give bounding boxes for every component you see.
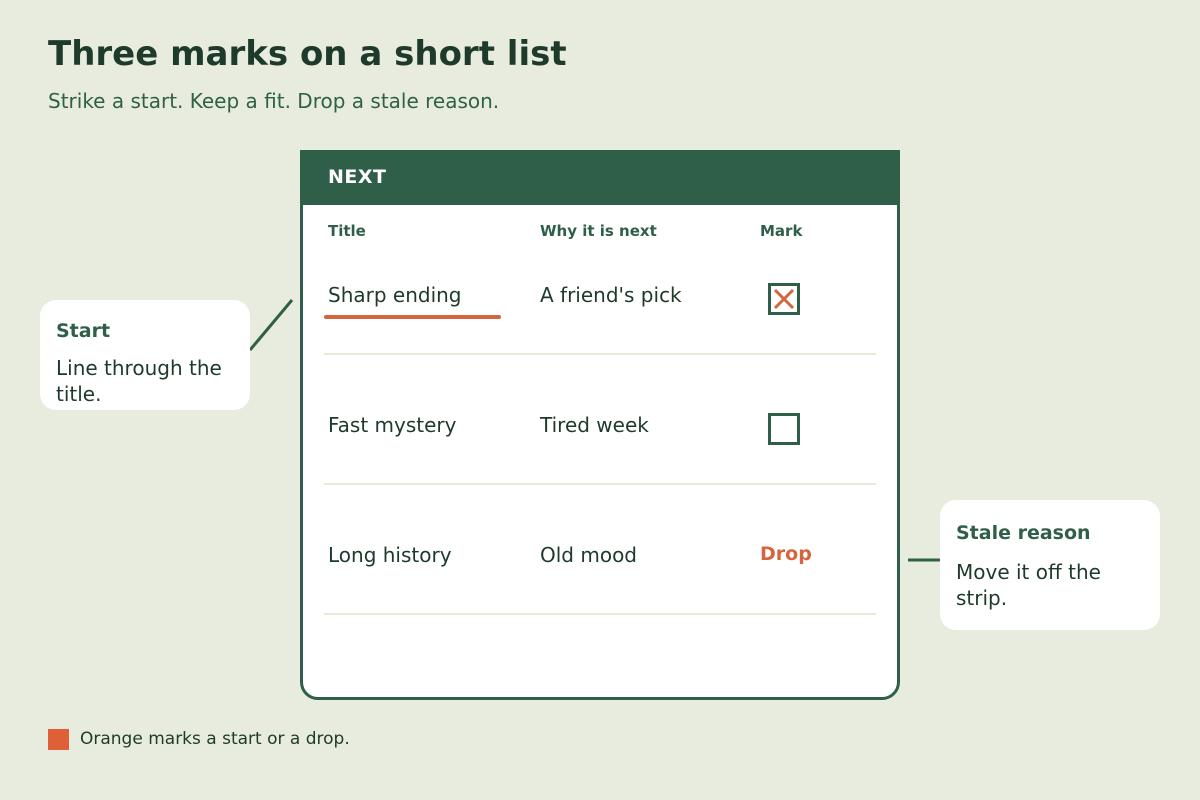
list-row: Sharp ending A friend's pick [303,225,897,355]
list-row: Fast mystery Tired week [303,355,897,485]
card-header: NEXT [303,153,897,205]
legend-swatch-orange [48,729,69,750]
start-connector [248,299,294,351]
page-subtitle: Strike a start. Keep a fit. Drop a stale… [48,89,500,113]
x-mark-icon [773,288,795,310]
next-list-card: NEXT Title Why it is next Mark Sharp end… [300,150,900,700]
mark-checkbox-checked[interactable] [768,283,800,315]
page-title: Three marks on a short list [48,34,567,74]
strike-through-mark [324,315,501,319]
row-divider [324,613,876,615]
row-reason: Tired week [540,413,649,437]
drop-mark[interactable]: Drop [760,543,812,565]
row-title: Sharp ending [328,283,462,307]
callout-start-title: Start [56,320,111,342]
callout-stale-title: Stale reason [956,522,1091,544]
row-title: Long history [328,543,452,567]
list-row: Long history Old mood Drop [303,485,897,615]
callout-stale-body: Move it off the strip. [956,560,1101,610]
mark-checkbox-empty[interactable] [768,413,800,445]
row-reason: A friend's pick [540,283,682,307]
legend-text: Orange marks a start or a drop. [80,729,350,749]
row-title: Fast mystery [328,413,457,437]
callout-start: Start Line through the title. [40,300,250,410]
row-reason: Old mood [540,543,638,567]
callout-start-body: Line through the title. [56,356,222,406]
callout-stale-reason: Stale reason Move it off the strip. [940,500,1160,630]
card-heading: NEXT [328,166,387,188]
